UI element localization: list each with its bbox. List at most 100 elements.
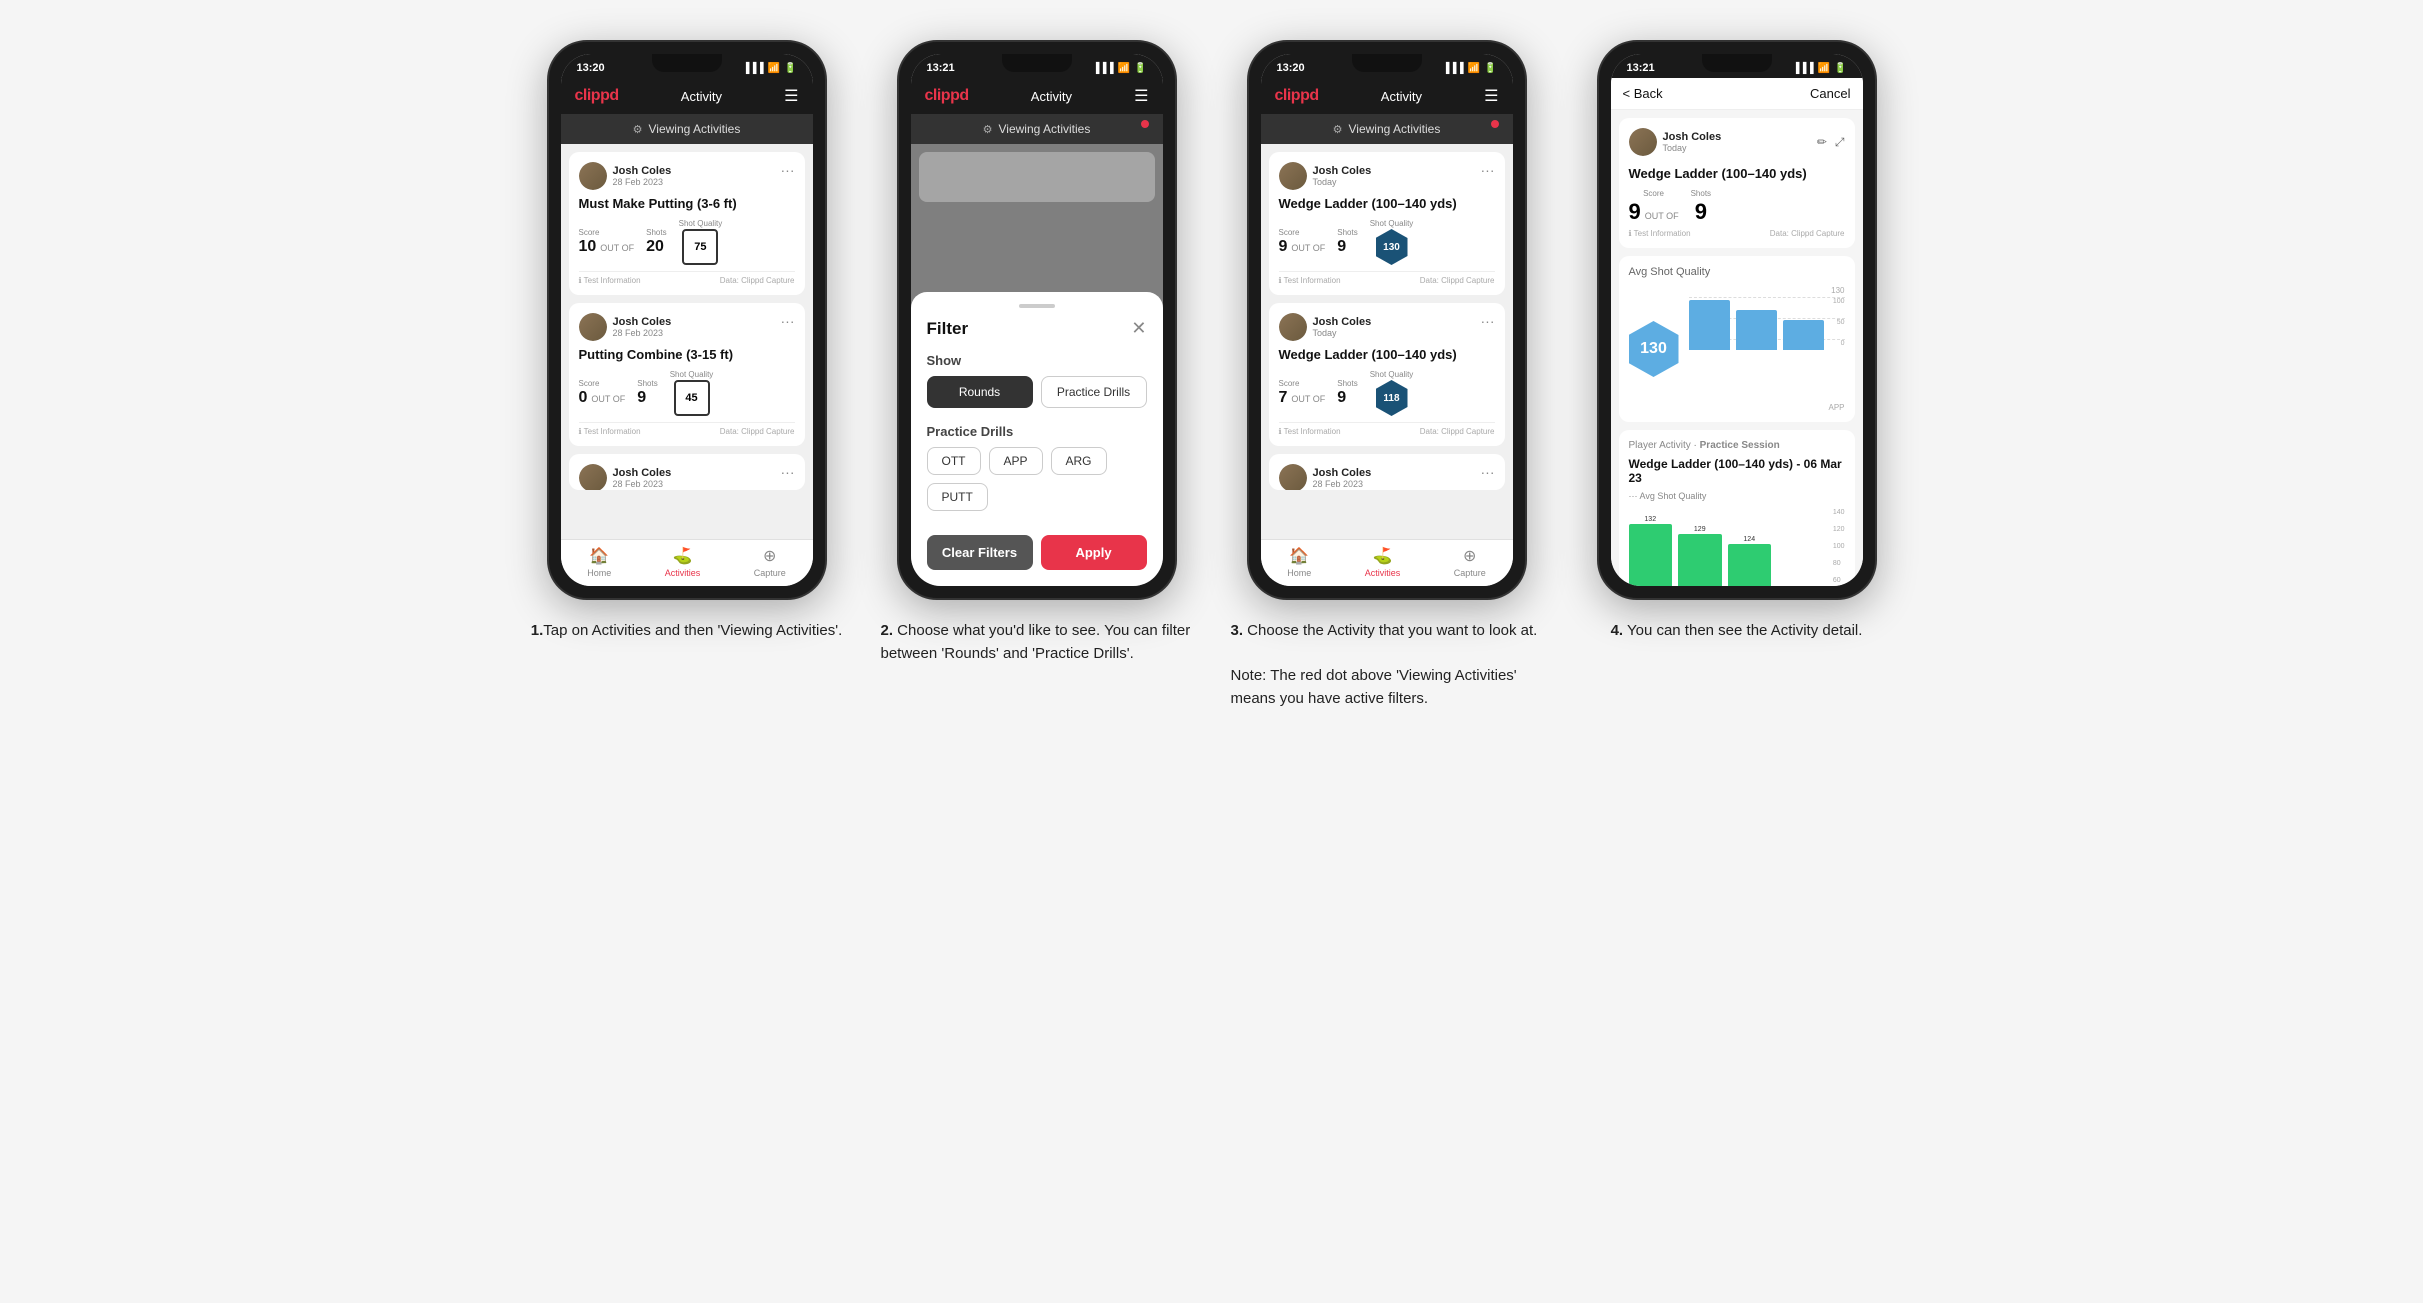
nav-title-3: Activity — [1381, 89, 1422, 104]
stat-shots-3-1: Shots 9 — [1337, 228, 1357, 256]
session-bar-3-4 — [1728, 544, 1772, 586]
bar-1-4 — [1689, 300, 1730, 350]
bottom-nav-home-3[interactable]: 🏠 Home — [1287, 546, 1311, 578]
viewing-bar-3[interactable]: ⚙ Viewing Activities — [1261, 114, 1513, 144]
filter-header: Filter ✕ — [927, 318, 1147, 339]
user-info-1-3: Josh Coles 28 Feb 2023 — [579, 464, 672, 490]
status-icons-1: ▐▐▐ 📶 🔋 — [742, 63, 796, 74]
nav-bar-2: clippd Activity ☰ — [911, 78, 1163, 114]
bottom-nav-capture-3[interactable]: ⊕ Capture — [1454, 546, 1486, 578]
notch-3 — [1352, 54, 1422, 72]
drill-tag-arg[interactable]: ARG — [1051, 447, 1107, 475]
logo-3: clippd — [1275, 87, 1319, 105]
home-label-3: Home — [1287, 568, 1311, 578]
activity-card-3-3[interactable]: Josh Coles 28 Feb 2023 ··· — [1269, 454, 1505, 490]
more-dots-3-2[interactable]: ··· — [1481, 313, 1495, 329]
bar-2-4 — [1736, 310, 1777, 350]
detail-info-4: ℹ Test Information — [1629, 229, 1691, 238]
drill-tag-ott[interactable]: OTT — [927, 447, 981, 475]
score-label-1-1: Score — [579, 228, 635, 237]
status-bar-2: 13:21 ▐▐▐ 📶 🔋 — [911, 54, 1163, 78]
bottom-nav-activities-3[interactable]: ⛳ Activities — [1365, 546, 1401, 578]
footer-data-3-1: Data: Clippd Capture — [1420, 276, 1495, 285]
bottom-nav-capture-1[interactable]: ⊕ Capture — [754, 546, 786, 578]
card-header-1-2: Josh Coles 28 Feb 2023 ··· — [579, 313, 795, 341]
viewing-bar-1[interactable]: ⚙ Viewing Activities — [561, 114, 813, 144]
hamburger-icon-1[interactable]: ☰ — [784, 86, 798, 106]
phone-inner-1: 13:20 ▐▐▐ 📶 🔋 clippd Activity ☰ ⚙ — [561, 54, 813, 586]
hamburger-icon-2[interactable]: ☰ — [1134, 86, 1148, 106]
activity-card-1-3[interactable]: Josh Coles 28 Feb 2023 ··· — [569, 454, 805, 490]
footer-info-1-1: ℹ Test Information — [579, 276, 641, 285]
user-meta-3-1: Josh Coles Today — [1313, 165, 1372, 187]
notch-1 — [652, 54, 722, 72]
user-date-3-1: Today — [1313, 177, 1372, 187]
phone-frame-3: 13:20 ▐▐▐ 📶 🔋 clippd Activity ☰ ⚙ — [1247, 40, 1527, 600]
stats-row-3-1: Score 9 OUT OF Shots 9 — [1279, 219, 1495, 265]
stats-row-1-1: Score 10 OUT OF Shots 20 — [579, 219, 795, 265]
stat-quality-3-2: Shot Quality 118 — [1370, 370, 1414, 416]
bottom-nav-1: 🏠 Home ⛳ Activities ⊕ Capture — [561, 539, 813, 586]
nav-bar-1: clippd Activity ☰ — [561, 78, 813, 114]
bottom-nav-activities-1[interactable]: ⛳ Activities — [665, 546, 701, 578]
more-dots-1-3[interactable]: ··· — [781, 464, 795, 480]
activity-card-3-2[interactable]: Josh Coles Today ··· Wedge Ladder (100–1… — [1269, 303, 1505, 446]
viewing-bar-2[interactable]: ⚙ Viewing Activities — [911, 114, 1163, 144]
shots-value-3-1: 9 — [1337, 238, 1357, 256]
status-icons-3: ▐▐▐ 📶 🔋 — [1442, 63, 1496, 74]
hamburger-icon-3[interactable]: ☰ — [1484, 86, 1498, 106]
filter-tab-practice[interactable]: Practice Drills — [1041, 376, 1147, 408]
out-of-1-1: OUT OF — [600, 243, 634, 253]
settings-icon-3: ⚙ — [1333, 123, 1343, 136]
user-date-4: Today — [1663, 143, 1722, 153]
edit-icon-4[interactable]: ✏ — [1817, 135, 1827, 150]
activity-title-3-1: Wedge Ladder (100–140 yds) — [1279, 196, 1495, 211]
clear-filters-button[interactable]: Clear Filters — [927, 535, 1033, 570]
more-dots-1-1[interactable]: ··· — [781, 162, 795, 178]
filter-close-icon[interactable]: ✕ — [1131, 318, 1146, 339]
more-dots-3-3[interactable]: ··· — [1481, 464, 1495, 480]
session-bar-col-2-4: 129 — [1678, 526, 1722, 586]
user-info-1-1: Josh Coles 28 Feb 2023 — [579, 162, 672, 190]
home-icon-3: 🏠 — [1289, 546, 1309, 566]
session-bar-2-4 — [1678, 534, 1722, 586]
status-time-4: 13:21 — [1627, 62, 1655, 74]
stat-quality-1-1: Shot Quality 75 — [679, 219, 723, 265]
drill-tag-putt[interactable]: PUTT — [927, 483, 988, 511]
signal-icon-3: ▐▐▐ — [1442, 63, 1463, 74]
stat-shots-1-2: Shots 9 — [637, 379, 657, 407]
phone-content-1: Josh Coles 28 Feb 2023 ··· Must Make Put… — [561, 144, 813, 539]
apply-button[interactable]: Apply — [1041, 535, 1147, 570]
session-label-4: Player Activity · Practice Session — [1629, 440, 1845, 451]
back-button-4[interactable]: < Back — [1623, 86, 1663, 101]
show-label: Show — [927, 353, 1147, 368]
activity-card-1-1[interactable]: Josh Coles 28 Feb 2023 ··· Must Make Put… — [569, 152, 805, 295]
status-time-1: 13:20 — [577, 62, 605, 74]
activity-card-1-2[interactable]: Josh Coles 28 Feb 2023 ··· Putting Combi… — [569, 303, 805, 446]
notch-4 — [1702, 54, 1772, 72]
user-name-1-2: Josh Coles — [613, 316, 672, 328]
filter-sheet: Filter ✕ Show Rounds Practice Drills — [911, 292, 1163, 586]
phone-frame-2: 13:21 ▐▐▐ 📶 🔋 clippd Activity ☰ ⚙ — [897, 40, 1177, 600]
quality-value-1-2: 45 — [685, 392, 697, 404]
page-container: 13:20 ▐▐▐ 📶 🔋 clippd Activity ☰ ⚙ — [512, 40, 1912, 710]
score-value-3-1: 9 — [1279, 238, 1288, 256]
detail-shots-col-4: Shots 9 — [1691, 189, 1711, 225]
activity-card-3-1[interactable]: Josh Coles Today ··· Wedge Ladder (100–1… — [1269, 152, 1505, 295]
drill-tag-app[interactable]: APP — [989, 447, 1043, 475]
capture-label-3: Capture — [1454, 568, 1486, 578]
bottom-nav-home-1[interactable]: 🏠 Home — [587, 546, 611, 578]
user-date-1-3: 28 Feb 2023 — [613, 479, 672, 489]
filter-tab-rounds[interactable]: Rounds — [927, 376, 1033, 408]
more-dots-3-1[interactable]: ··· — [1481, 162, 1495, 178]
card-header-3-2: Josh Coles Today ··· — [1279, 313, 1495, 341]
cancel-button-4[interactable]: Cancel — [1810, 86, 1850, 101]
score-label-1-2: Score — [579, 379, 626, 388]
status-time-2: 13:21 — [927, 62, 955, 74]
shots-value-1-2: 9 — [637, 389, 657, 407]
user-name-3-1: Josh Coles — [1313, 165, 1372, 177]
stat-shots-3-2: Shots 9 — [1337, 379, 1357, 407]
more-dots-1-2[interactable]: ··· — [781, 313, 795, 329]
caption-step-3b: Note: The red dot above 'Viewing Activit… — [1231, 665, 1543, 710]
expand-icon-4[interactable]: ⤢ — [1835, 135, 1845, 150]
